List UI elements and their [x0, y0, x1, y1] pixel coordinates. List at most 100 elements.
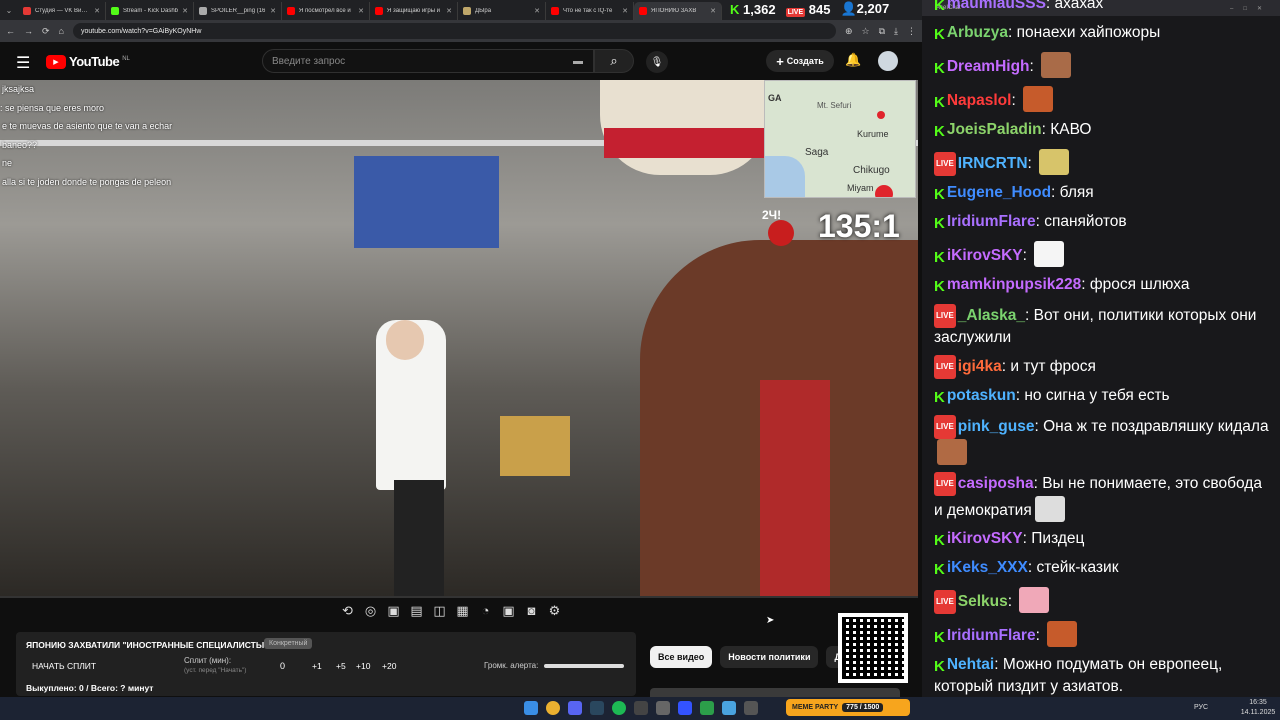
- alert-volume-slider[interactable]: [544, 664, 624, 668]
- browser-tab[interactable]: Я защищаю игры и ✕: [370, 2, 458, 20]
- download-icon[interactable]: ⤓: [894, 26, 898, 37]
- home-icon[interactable]: ⌂: [59, 26, 64, 36]
- close-icon[interactable]: ✕: [446, 7, 452, 15]
- extensions-icon[interactable]: ⧉: [879, 26, 885, 37]
- map-label: Saga: [805, 147, 829, 158]
- clip-icon[interactable]: ▤: [409, 603, 424, 619]
- chat-username[interactable]: DreamHigh: [947, 58, 1030, 75]
- camera-icon[interactable]: ◙: [524, 603, 539, 619]
- voice-search-icon[interactable]: 🎙: [646, 51, 668, 73]
- close-icon[interactable]: ✕: [710, 7, 716, 15]
- app-icon[interactable]: [744, 701, 758, 715]
- browser-tab[interactable]: ЯПОНИЮ ЗАХВ ✕: [634, 2, 722, 20]
- chat-username[interactable]: casiposha: [958, 475, 1034, 492]
- chat-username[interactable]: IridiumFlare: [947, 213, 1036, 230]
- close-icon[interactable]: ✕: [358, 7, 364, 15]
- broadcast-icon[interactable]: ◎: [363, 603, 378, 619]
- keyboard-icon[interactable]: ▬: [573, 56, 583, 67]
- promo-banner[interactable]: [650, 688, 900, 697]
- settings-icon[interactable]: ⚙: [547, 603, 562, 619]
- tab-menu-icon[interactable]: ⌄: [0, 6, 18, 15]
- speed-icon[interactable]: ◔: [478, 603, 493, 619]
- create-button[interactable]: + Создать: [766, 50, 834, 72]
- chat-username[interactable]: iKirovSKY: [947, 530, 1023, 547]
- chat-username[interactable]: _Alaska_: [958, 307, 1025, 324]
- progress-track[interactable]: [0, 596, 918, 598]
- telegram-icon[interactable]: [722, 701, 736, 715]
- chat-username[interactable]: mamkinpupsik228: [947, 276, 1081, 293]
- close-icon[interactable]: ✕: [622, 7, 628, 15]
- search-input[interactable]: Введите запрос ▬: [262, 49, 594, 73]
- clock-date[interactable]: 14.11.2025: [1240, 709, 1276, 716]
- language-indicator[interactable]: РУС: [1194, 704, 1208, 711]
- speed-overlay: 2Ч! 135:1: [760, 206, 916, 248]
- screenshot-icon[interactable]: ▣: [386, 603, 401, 619]
- steam-icon[interactable]: [590, 701, 604, 715]
- chat-username[interactable]: Nehtai: [947, 656, 994, 673]
- pip-icon[interactable]: ▣: [501, 603, 516, 619]
- chat-username[interactable]: iKirovSKY: [947, 247, 1023, 264]
- chat-username[interactable]: pink_guse: [958, 418, 1035, 435]
- clock-time[interactable]: 16:35: [1240, 699, 1276, 706]
- app-icon[interactable]: [700, 701, 714, 715]
- star-icon[interactable]: ☆: [862, 26, 870, 37]
- forward-icon[interactable]: →: [24, 26, 33, 36]
- frame-icon[interactable]: ◫: [432, 603, 447, 619]
- person-icon: 👤: [840, 1, 857, 16]
- chat-colon: :: [1027, 155, 1037, 172]
- chat-username[interactable]: JoeisPaladin: [947, 121, 1042, 138]
- chat-username[interactable]: maumlauSSS: [947, 0, 1046, 12]
- chat-username[interactable]: IRNCRTN: [958, 155, 1028, 172]
- split-step-button[interactable]: +1: [312, 661, 322, 671]
- browser-tab[interactable]: SPOILER__ping (16 ✕: [194, 2, 282, 20]
- split-step-button[interactable]: +20: [382, 661, 396, 671]
- app-icon[interactable]: [656, 701, 670, 715]
- browser-tab[interactable]: Я посмотрел все и ✕: [282, 2, 370, 20]
- chat-username[interactable]: Selkus: [958, 593, 1008, 610]
- zoom-icon[interactable]: ⊕: [845, 26, 853, 37]
- chat-username[interactable]: potaskun: [947, 387, 1016, 404]
- chat-username[interactable]: iKeks_XXX: [947, 559, 1028, 576]
- chat-username[interactable]: Napaslol: [947, 92, 1012, 109]
- windows-start-icon[interactable]: [524, 701, 538, 715]
- start-split-button[interactable]: НАЧАТЬ СПЛИТ: [32, 661, 96, 671]
- app-icon[interactable]: [634, 701, 648, 715]
- browser-tab[interactable]: ДЫра ✕: [458, 2, 546, 20]
- split-step-button[interactable]: +10: [356, 661, 370, 671]
- split-value[interactable]: 0: [280, 661, 285, 671]
- browser-tab[interactable]: Что не так с IQ-те ✕: [546, 2, 634, 20]
- search-button[interactable]: ⌕: [594, 49, 634, 73]
- close-icon[interactable]: ✕: [534, 7, 540, 15]
- chat-username[interactable]: Arbuzya: [947, 24, 1008, 41]
- chrome-icon[interactable]: [546, 701, 560, 715]
- chat-username[interactable]: igi4ka: [958, 358, 1002, 375]
- chat-username[interactable]: IridiumFlare: [947, 627, 1036, 644]
- close-icon[interactable]: ✕: [270, 7, 276, 15]
- close-icon[interactable]: ✕: [182, 7, 188, 15]
- browser-tab[interactable]: Студия — VK Видео ✕: [18, 2, 106, 20]
- discord-icon[interactable]: [568, 701, 582, 715]
- close-icon[interactable]: ✕: [94, 7, 100, 15]
- hamburger-icon[interactable]: ☰: [16, 53, 30, 73]
- meme-party-widget[interactable]: MEME PARTY 775 / 1500: [786, 699, 910, 716]
- browser-tab[interactable]: Stream - Kick Dashb ✕: [106, 2, 194, 20]
- filter-chip[interactable]: Новости политики: [720, 646, 819, 668]
- url-field[interactable]: youtube.com/watch?v=GAiByKOyNHw: [72, 23, 836, 39]
- youtube-logo[interactable]: ▶ YouTube NL: [46, 54, 130, 69]
- reload-icon[interactable]: ⟳: [42, 26, 50, 37]
- map-label: Chikugo: [853, 165, 890, 176]
- split-step-button[interactable]: +5: [336, 661, 346, 671]
- filter-chip[interactable]: Все видео: [650, 646, 713, 668]
- notifications-icon[interactable]: 🔔: [845, 52, 861, 68]
- hat-band: [604, 128, 764, 158]
- app-icon[interactable]: [678, 701, 692, 715]
- chat-username[interactable]: Eugene_Hood: [947, 184, 1051, 201]
- browser-menu-icon[interactable]: ⋮: [907, 26, 916, 37]
- avatar[interactable]: [878, 51, 898, 71]
- back-icon[interactable]: ←: [6, 26, 15, 36]
- split-sub: (уст. перед "Начать"): [184, 667, 247, 674]
- chat-text: КАВО: [1050, 121, 1092, 138]
- loop-icon[interactable]: ⟲: [340, 603, 355, 619]
- spotify-icon[interactable]: [612, 701, 626, 715]
- fullscreen-icon[interactable]: ▦: [455, 603, 470, 619]
